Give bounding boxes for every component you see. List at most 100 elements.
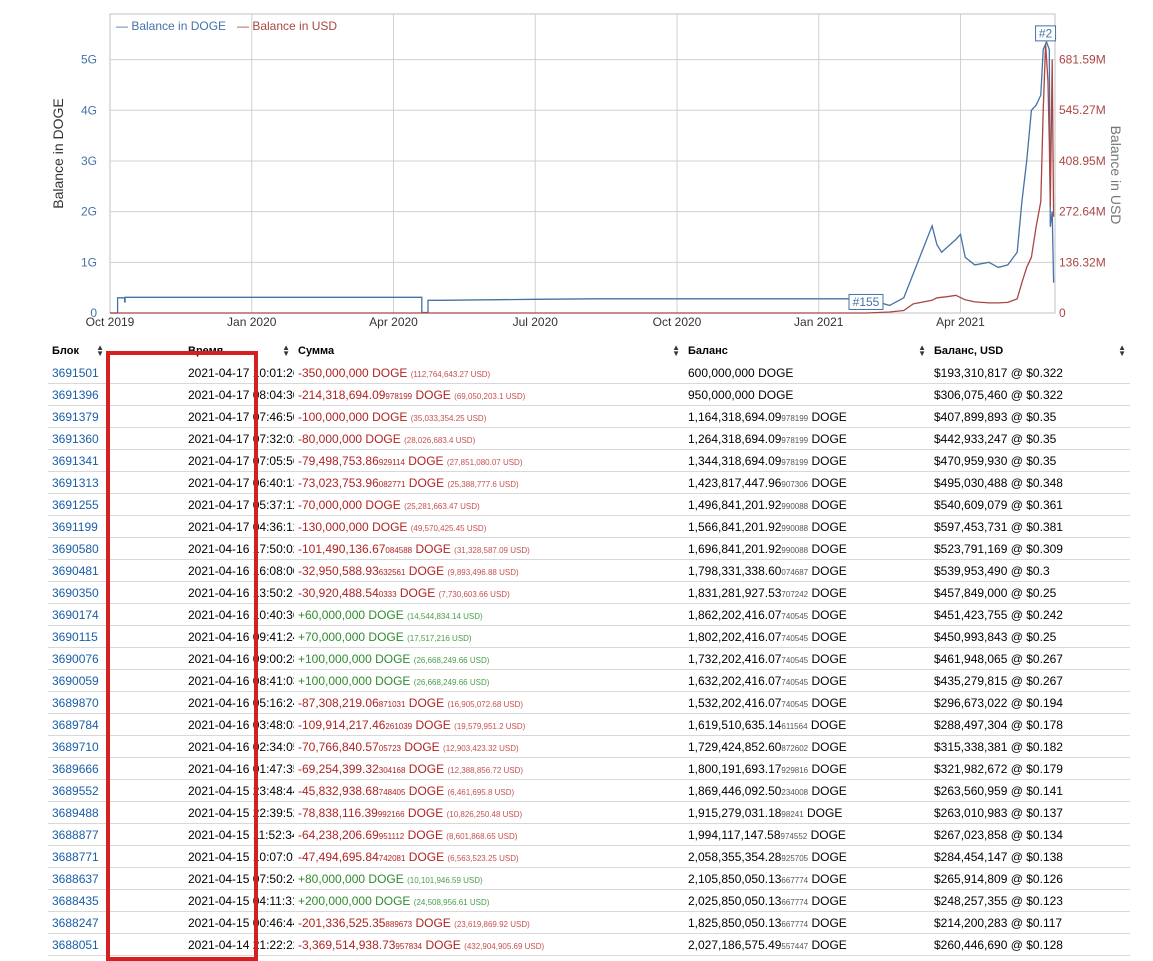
balance-value: 600,000,000	[688, 365, 755, 380]
block-link[interactable]: 3691255	[52, 498, 99, 512]
block-link[interactable]: 3690481	[52, 564, 99, 578]
cell-amount: -79,498,753.86929114 DOGE (27,851,080.07…	[294, 449, 684, 472]
table-body: 3691501 2021-04-17 10:01:26 -350,000,000 D…	[48, 362, 1130, 956]
balance-chart-svg: Oct 2019 Jan 2020 Apr 2020 Jul 2020 Oct 2020…	[50, 13, 1124, 329]
cell-balance-usd: $321,982,672 @ $0.179	[930, 757, 1130, 780]
balance-fraction: 978199	[781, 457, 809, 467]
flag-marker-label: #2	[1039, 26, 1053, 40]
amount-usd: (6,563,523.25 USD)	[447, 853, 519, 863]
block-link[interactable]: 3691341	[52, 454, 99, 468]
amount-usd: (25,388,777.6 USD)	[447, 479, 519, 489]
block-link[interactable]: 3688247	[52, 916, 99, 930]
col-header-block[interactable]: Блок ▲ ▼	[48, 340, 108, 362]
block-link[interactable]: 3690115	[52, 630, 98, 644]
balance-chart: Oct 2019 Jan 2020 Apr 2020 Jul 2020 Oct 2020…	[0, 0, 1153, 340]
cell-balance-usd: $263,560,959 @ $0.141	[930, 779, 1130, 802]
amount-value: -73,023,753.96	[298, 475, 379, 490]
cell-time: 2021-04-17 07:46:50	[108, 405, 294, 428]
amount-usd: (432,904,905.69 USD)	[464, 941, 545, 951]
balance-fraction: 990088	[781, 545, 809, 555]
block-link[interactable]: 3689784	[52, 718, 99, 732]
block-link[interactable]: 3691313	[52, 476, 99, 490]
block-link[interactable]: 3689666	[52, 762, 99, 776]
cell-balance: 1,732,202,416.07740545 DOGE	[684, 647, 930, 670]
legend-doge: — Balance in DOGE	[116, 19, 226, 33]
block-link[interactable]: 3690580	[52, 542, 99, 556]
cell-balance-usd: $523,791,169 @ $0.309	[930, 537, 1130, 560]
block-link[interactable]: 3688771	[52, 850, 99, 864]
cell-amount: +70,000,000 DOGE (17,517,216 USD)	[294, 625, 684, 648]
cell-block: 3691199	[48, 515, 108, 538]
amount-fraction: 871031	[378, 699, 406, 709]
amount-fraction: 304168	[378, 765, 406, 775]
col-header-amount[interactable]: Сумма ▲ ▼	[294, 340, 684, 362]
table-row: 3691396 2021-04-17 08:04:30 -214,318,694.0…	[48, 383, 1130, 406]
amount-value: +80,000,000	[298, 871, 366, 886]
balance-unit: DOGE	[811, 431, 847, 446]
block-link[interactable]: 3688637	[52, 872, 99, 886]
amount-unit: DOGE	[404, 739, 440, 754]
amount-usd: (7,730,603.66 USD)	[438, 589, 510, 599]
block-link[interactable]: 3690174	[52, 608, 99, 622]
cell-balance: 1,532,202,416.07740545 DOGE	[684, 691, 930, 714]
block-link[interactable]: 3691379	[52, 410, 99, 424]
balance-value: 1,532,202,416.07	[688, 695, 782, 710]
cell-time: 2021-04-17 06:40:13	[108, 471, 294, 494]
cell-time: 2021-04-16 03:48:03	[108, 713, 294, 736]
table-row: 3689870 2021-04-16 05:16:24 -87,308,219.06…	[48, 691, 1130, 714]
table-row: 3690580 2021-04-16 17:50:02 -101,490,136.6…	[48, 537, 1130, 560]
table-row: 3689552 2021-04-15 23:48:44 -45,832,938.68…	[48, 779, 1130, 802]
balance-fraction: 707242	[781, 589, 809, 599]
y-left-tick-label: 0	[90, 306, 97, 320]
block-link[interactable]: 3690059	[52, 674, 99, 688]
balance-fraction: 978199	[781, 435, 809, 445]
block-link[interactable]: 3691199	[52, 520, 98, 534]
amount-value: -69,254,399.32	[298, 761, 379, 776]
cell-block: 3688637	[48, 867, 108, 890]
cell-time: 2021-04-16 09:41:24	[108, 625, 294, 648]
amount-unit: DOGE	[415, 717, 451, 732]
block-link[interactable]: 3689488	[52, 806, 99, 820]
balance-unit: DOGE	[811, 937, 847, 952]
table-row: 3688637 2021-04-15 07:50:24 +80,000,000 DO…	[48, 867, 1130, 890]
col-header-balance-usd[interactable]: Баланс, USD ▲ ▼	[930, 340, 1130, 362]
y-right-axis-title: Balance in USD	[1108, 126, 1124, 225]
block-link[interactable]: 3689710	[52, 740, 99, 754]
block-link[interactable]: 3688051	[52, 938, 99, 952]
cell-amount: -80,000,000 DOGE (28,026,683.4 USD)	[294, 427, 684, 450]
balance-value: 1,423,817,447.96	[688, 475, 782, 490]
cell-balance-usd: $288,497,304 @ $0.178	[930, 713, 1130, 736]
block-link[interactable]: 3689870	[52, 696, 99, 710]
block-link[interactable]: 3688877	[52, 828, 99, 842]
block-link[interactable]: 3688435	[52, 894, 99, 908]
balance-fraction: 925705	[781, 853, 809, 863]
table-row: 3689784 2021-04-16 03:48:03 -109,914,217.4…	[48, 713, 1130, 736]
amount-unit: DOGE	[408, 475, 445, 490]
amount-fraction: 742081	[378, 853, 406, 863]
balance-unit: DOGE	[758, 387, 794, 402]
block-link[interactable]: 3689552	[52, 784, 99, 798]
cell-block: 3689784	[48, 713, 108, 736]
cell-balance-usd: $260,446,690 @ $0.128	[930, 933, 1130, 956]
balance-unit: DOGE	[811, 409, 847, 424]
amount-usd: (12,388,856.72 USD)	[447, 765, 524, 775]
cell-balance: 1,164,318,694.09978199 DOGE	[684, 405, 930, 428]
balance-fraction: 557447	[781, 941, 809, 951]
block-link[interactable]: 3691360	[52, 432, 99, 446]
cell-block: 3691379	[48, 405, 108, 428]
cell-amount: -69,254,399.32304168 DOGE (12,388,856.72…	[294, 757, 684, 780]
cell-balance-usd: $539,953,490 @ $0.3	[930, 559, 1130, 582]
col-header-time[interactable]: Время ▲ ▼	[108, 340, 294, 362]
block-link[interactable]: 3691501	[52, 366, 99, 380]
col-header-balance[interactable]: Баланс ▲ ▼	[684, 340, 930, 362]
balance-value: 950,000,000	[688, 387, 755, 402]
block-link[interactable]: 3690350	[52, 586, 99, 600]
block-link[interactable]: 3690076	[52, 652, 99, 666]
block-link[interactable]: 3691396	[52, 388, 99, 402]
amount-fraction: 889673	[385, 919, 413, 929]
balance-unit: DOGE	[807, 805, 843, 820]
amount-unit: DOGE	[365, 431, 401, 446]
cell-amount: +200,000,000 DOGE (24,508,956.61 USD)	[294, 889, 684, 912]
cell-balance: 1,632,202,416.07740545 DOGE	[684, 669, 930, 692]
amount-unit: DOGE	[408, 453, 444, 468]
